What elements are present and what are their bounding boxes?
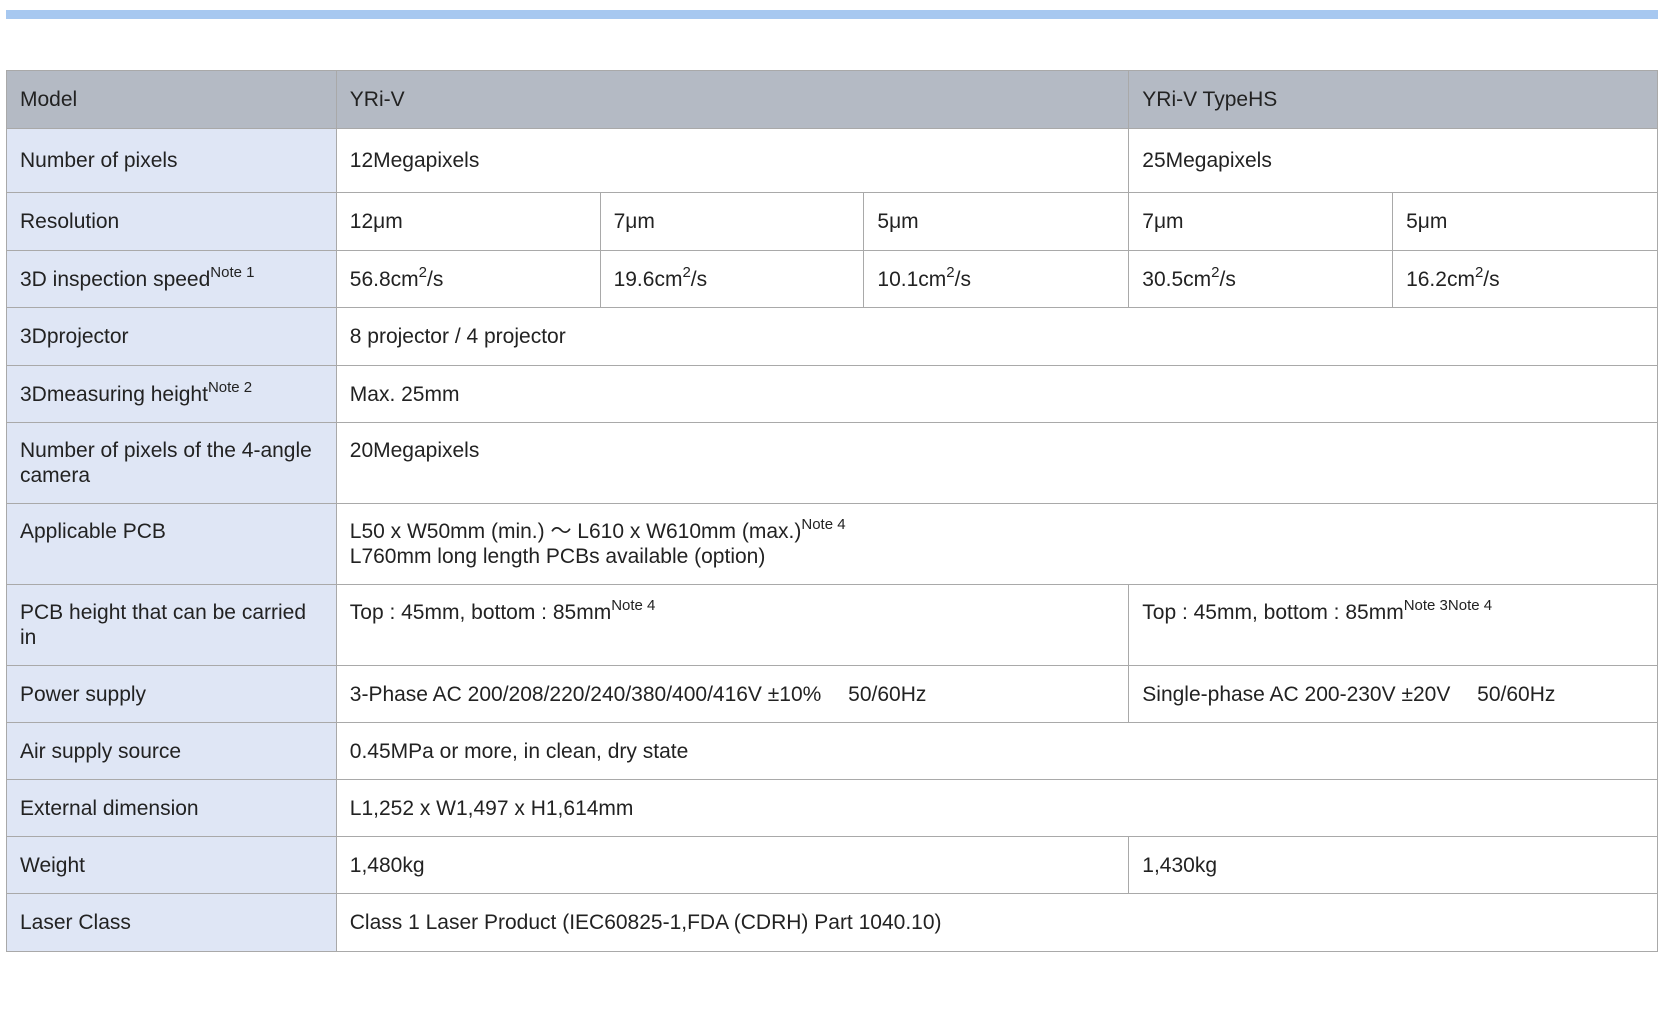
row-label: Air supply source bbox=[6, 722, 337, 780]
row-label: 3Dmeasuring heightNote 2 bbox=[6, 365, 337, 423]
row-3d-projector: 3Dprojector 8 projector / 4 projector bbox=[6, 307, 1659, 366]
row-power-supply: Power supply 3-Phase AC 200/208/220/240/… bbox=[6, 665, 1658, 723]
note-ref: Note 3Note 4 bbox=[1403, 597, 1493, 614]
header-yri-v-typehs: YRi-V TypeHS bbox=[1128, 70, 1658, 129]
row-weight: Weight 1,480kg 1,430kg bbox=[6, 836, 1658, 894]
cell-value: Max. 25mm bbox=[335, 365, 1659, 423]
pcb-line-2: L760mm long length PCBs available (optio… bbox=[349, 545, 766, 568]
pcb-line-1: L50 x W50mm (min.) ～ L610 x W610mm (max.… bbox=[349, 516, 846, 543]
row-label: Power supply bbox=[6, 665, 337, 723]
cell-value: 25Megapixels bbox=[1128, 128, 1658, 193]
row-laser-class: Laser Class Class 1 Laser Product (IEC60… bbox=[6, 893, 1659, 952]
row-pcb-carry-height: PCB height that can be carried in Top : … bbox=[6, 584, 1658, 666]
label-text: 3D inspection speed bbox=[20, 267, 211, 291]
cell-value: 5μm bbox=[1392, 192, 1658, 251]
row-label: Applicable PCB bbox=[6, 503, 337, 585]
cell-value: 19.6cm2/s bbox=[599, 250, 865, 308]
cell-value: 5μm bbox=[863, 192, 1130, 251]
cell-value: 12Megapixels bbox=[335, 128, 1130, 193]
cell-value: L1,252 x W1,497 x H1,614mm bbox=[335, 779, 1659, 837]
spec-table: Model YRi-V YRi-V TypeHS Number of pixel… bbox=[6, 70, 1659, 952]
row-air-supply: Air supply source 0.45MPa or more, in cl… bbox=[6, 722, 1659, 780]
cell-value: 7μm bbox=[1128, 192, 1394, 251]
cell-value: 1,480kg bbox=[335, 836, 1130, 894]
note-ref: Note 4 bbox=[611, 597, 656, 614]
cell-value: 8 projector / 4 projector bbox=[335, 307, 1659, 366]
label-text: 3Dmeasuring height bbox=[20, 382, 208, 406]
row-label: External dimension bbox=[6, 779, 337, 837]
row-label: PCB height that can be carried in bbox=[6, 584, 337, 666]
cell-value: L50 x W50mm (min.) ～ L610 x W610mm (max.… bbox=[335, 503, 1659, 585]
cell-value: 7μm bbox=[599, 192, 865, 251]
row-label: Laser Class bbox=[6, 893, 337, 952]
header-yri-v: YRi-V bbox=[335, 70, 1130, 129]
row-inspection-speed: 3D inspection speedNote 1 56.8cm2/s 19.6… bbox=[6, 250, 1658, 308]
note-ref: Note 2 bbox=[207, 378, 253, 396]
cell-value: 30.5cm2/s bbox=[1128, 250, 1394, 308]
row-applicable-pcb: Applicable PCB L50 x W50mm (min.) ～ L610… bbox=[6, 503, 1659, 585]
row-label: Weight bbox=[6, 836, 337, 894]
header-row: Model YRi-V YRi-V TypeHS bbox=[6, 70, 1658, 129]
row-4-angle-camera: Number of pixels of the 4-angle camera 2… bbox=[6, 422, 1659, 504]
row-label: Number of pixels bbox=[6, 128, 337, 193]
cell-value: Class 1 Laser Product (IEC60825-1,FDA (C… bbox=[335, 893, 1659, 952]
cell-value: 16.2cm2/s bbox=[1392, 250, 1658, 308]
row-label: Number of pixels of the 4-angle camera bbox=[6, 422, 337, 504]
cell-value: Single-phase AC 200-230V ±20V 50/60Hz bbox=[1128, 665, 1658, 723]
row-resolution: Resolution 12μm 7μm 5μm 7μm 5μm bbox=[6, 192, 1658, 251]
cell-value: Top : 45mm, bottom : 85mmNote 4 bbox=[335, 584, 1130, 666]
row-label: Resolution bbox=[6, 192, 337, 251]
row-external-dimension: External dimension L1,252 x W1,497 x H1,… bbox=[6, 779, 1659, 837]
cell-value: 10.1cm2/s bbox=[863, 250, 1130, 308]
note-ref: Note 1 bbox=[210, 263, 255, 281]
cell-value: Top : 45mm, bottom : 85mmNote 3Note 4 bbox=[1128, 584, 1658, 666]
note-ref: Note 4 bbox=[801, 516, 846, 533]
cell-value: 12μm bbox=[335, 192, 601, 251]
cell-value: 20Megapixels bbox=[335, 422, 1659, 504]
row-number-of-pixels: Number of pixels 12Megapixels 25Megapixe… bbox=[6, 128, 1658, 193]
cell-value: 56.8cm2/s bbox=[335, 250, 601, 308]
header-model: Model bbox=[6, 70, 337, 129]
cell-value: 1,430kg bbox=[1128, 836, 1658, 894]
cell-value: 3-Phase AC 200/208/220/240/380/400/416V … bbox=[335, 665, 1130, 723]
row-label: 3D inspection speedNote 1 bbox=[6, 250, 337, 308]
top-accent-bar bbox=[6, 10, 1658, 19]
row-measuring-height: 3Dmeasuring heightNote 2 Max. 25mm bbox=[6, 365, 1659, 423]
cell-value: 0.45MPa or more, in clean, dry state bbox=[335, 722, 1659, 780]
row-label: 3Dprojector bbox=[6, 307, 337, 366]
